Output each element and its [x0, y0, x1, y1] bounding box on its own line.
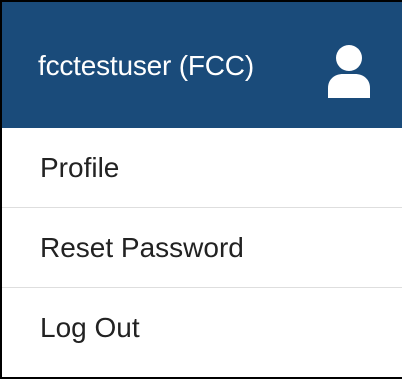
menu-item-reset-password[interactable]: Reset Password: [2, 208, 402, 288]
menu-item-label: Log Out: [40, 312, 140, 343]
username-label: fcctestuser (FCC): [38, 50, 254, 81]
menu-item-label: Reset Password: [40, 231, 244, 263]
user-menu-header[interactable]: fcctestuser (FCC): [2, 2, 402, 128]
menu-item-profile[interactable]: Profile: [2, 128, 402, 208]
menu-item-label: Profile: [40, 151, 120, 183]
menu-item-log-out[interactable]: Log Out: [2, 288, 402, 368]
user-dropdown: fcctestuser (FCC) Profile Reset Password…: [0, 0, 402, 379]
user-menu-list: Profile Reset Password Log Out: [2, 128, 402, 368]
user-icon: [324, 44, 374, 98]
